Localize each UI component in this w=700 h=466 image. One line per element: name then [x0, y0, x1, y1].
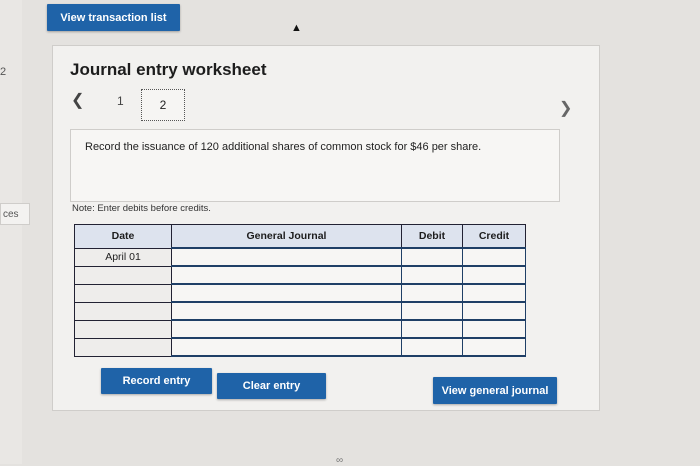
- chevron-right-icon[interactable]: ❯: [559, 98, 572, 118]
- credit-input[interactable]: [462, 337, 526, 357]
- link-icon[interactable]: ∞: [336, 455, 343, 466]
- col-header-debit: Debit: [401, 224, 463, 249]
- account-input[interactable]: [171, 283, 402, 303]
- record-entry-button[interactable]: Record entry: [101, 368, 212, 394]
- date-cell[interactable]: April 01: [74, 247, 172, 267]
- debit-input[interactable]: [401, 301, 463, 321]
- instruction-text: Record the issuance of 120 additional sh…: [85, 141, 482, 153]
- table-row: [74, 319, 526, 339]
- table-header-row: Date General Journal Debit Credit: [74, 224, 526, 249]
- debit-input[interactable]: [401, 247, 463, 267]
- date-cell[interactable]: [74, 265, 172, 285]
- credit-input[interactable]: [462, 247, 526, 267]
- journal-entry-worksheet: Journal entry worksheet ❮ 1 2 ❯ Record t…: [52, 45, 600, 411]
- journal-table: Date General Journal Debit Credit April …: [74, 224, 526, 357]
- page-tab-1[interactable]: 1: [117, 94, 124, 108]
- credit-input[interactable]: [462, 319, 526, 339]
- debit-input[interactable]: [401, 283, 463, 303]
- account-input[interactable]: [171, 337, 402, 357]
- edge-number: 2: [0, 66, 7, 78]
- account-input[interactable]: [171, 247, 402, 267]
- date-cell[interactable]: [74, 283, 172, 303]
- credit-input[interactable]: [462, 283, 526, 303]
- account-input[interactable]: [171, 319, 402, 339]
- credit-input[interactable]: [462, 265, 526, 285]
- date-cell[interactable]: [74, 337, 172, 357]
- table-row: [74, 265, 526, 285]
- table-row: [74, 337, 526, 357]
- clear-entry-button[interactable]: Clear entry: [217, 373, 326, 399]
- edge-label[interactable]: ces: [0, 203, 30, 225]
- account-input[interactable]: [171, 265, 402, 285]
- col-header-general-journal: General Journal: [171, 224, 402, 249]
- page-tab-2[interactable]: 2: [141, 89, 185, 121]
- col-header-date: Date: [74, 224, 172, 249]
- worksheet-title: Journal entry worksheet: [70, 60, 267, 79]
- date-cell[interactable]: [74, 301, 172, 321]
- note-text: Note: Enter debits before credits.: [72, 203, 211, 214]
- debit-input[interactable]: [401, 265, 463, 285]
- credit-input[interactable]: [462, 301, 526, 321]
- debit-input[interactable]: [401, 337, 463, 357]
- instruction-box: Record the issuance of 120 additional sh…: [70, 129, 560, 202]
- table-row: [74, 283, 526, 303]
- date-cell[interactable]: [74, 319, 172, 339]
- view-general-journal-button[interactable]: View general journal: [433, 377, 557, 404]
- table-row: April 01: [74, 247, 526, 267]
- chevron-left-icon[interactable]: ❮: [71, 90, 84, 110]
- col-header-credit: Credit: [462, 224, 526, 249]
- debit-input[interactable]: [401, 319, 463, 339]
- mouse-cursor-icon: ▲: [291, 22, 302, 34]
- table-row: [74, 301, 526, 321]
- view-transaction-list-button[interactable]: View transaction list: [47, 4, 180, 31]
- account-input[interactable]: [171, 301, 402, 321]
